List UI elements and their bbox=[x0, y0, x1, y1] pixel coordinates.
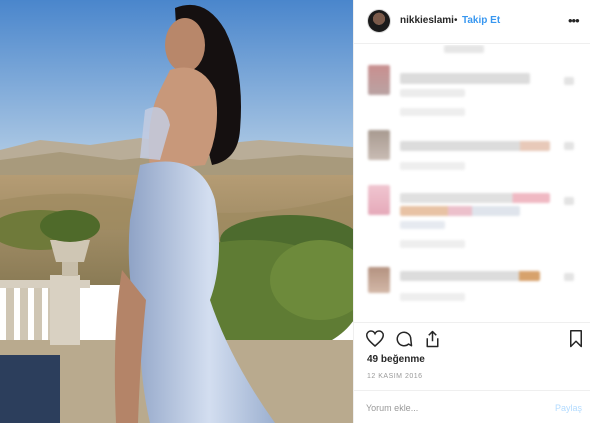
blurred-meta bbox=[400, 108, 465, 116]
blurred-comment-text bbox=[400, 206, 520, 216]
blurred-like-icon bbox=[564, 142, 574, 150]
comment-input[interactable] bbox=[366, 401, 536, 415]
username-link[interactable]: nikkieslami bbox=[400, 15, 454, 26]
blurred-comment-text bbox=[400, 141, 550, 151]
comments-list bbox=[354, 45, 590, 320]
blurred-like-icon bbox=[564, 273, 574, 281]
post-side-panel: nikkieslami • Takip Et ••• 49 beğenme 12… bbox=[353, 0, 590, 423]
comment-icon[interactable] bbox=[395, 330, 413, 353]
share-icon[interactable] bbox=[424, 330, 441, 353]
blurred-comment-text bbox=[400, 89, 465, 97]
bookmark-icon[interactable] bbox=[569, 330, 583, 353]
avatar[interactable] bbox=[368, 10, 390, 32]
post-photo[interactable] bbox=[0, 0, 353, 423]
blurred-avatar bbox=[368, 65, 390, 95]
blurred-meta bbox=[400, 293, 465, 301]
blurred-meta bbox=[400, 221, 445, 229]
action-bar bbox=[354, 322, 590, 352]
blurred-avatar bbox=[368, 185, 390, 215]
post-comment-button[interactable]: Paylaş bbox=[555, 403, 582, 413]
follow-button[interactable]: Takip Et bbox=[462, 15, 500, 26]
comment-form: Paylaş bbox=[354, 390, 590, 423]
likes-count[interactable]: 49 beğenme bbox=[367, 354, 425, 365]
blurred-like-icon bbox=[564, 77, 574, 85]
blurred-meta bbox=[400, 162, 465, 170]
blurred-meta bbox=[400, 240, 465, 248]
blurred-comment-text bbox=[400, 193, 550, 203]
blurred-comment-text bbox=[400, 73, 530, 84]
photo-image bbox=[0, 0, 353, 423]
blurred-content bbox=[444, 45, 484, 53]
blurred-avatar bbox=[368, 267, 390, 293]
blurred-comment-text bbox=[400, 271, 540, 281]
heart-icon[interactable] bbox=[365, 330, 385, 352]
blurred-like-icon bbox=[564, 197, 574, 205]
blurred-avatar bbox=[368, 130, 390, 160]
post-date: 12 KASIM 2016 bbox=[367, 373, 423, 380]
post-header: nikkieslami • Takip Et ••• bbox=[354, 0, 590, 44]
ellipsis-icon[interactable]: ••• bbox=[568, 13, 580, 28]
separator-dot: • bbox=[454, 15, 458, 26]
